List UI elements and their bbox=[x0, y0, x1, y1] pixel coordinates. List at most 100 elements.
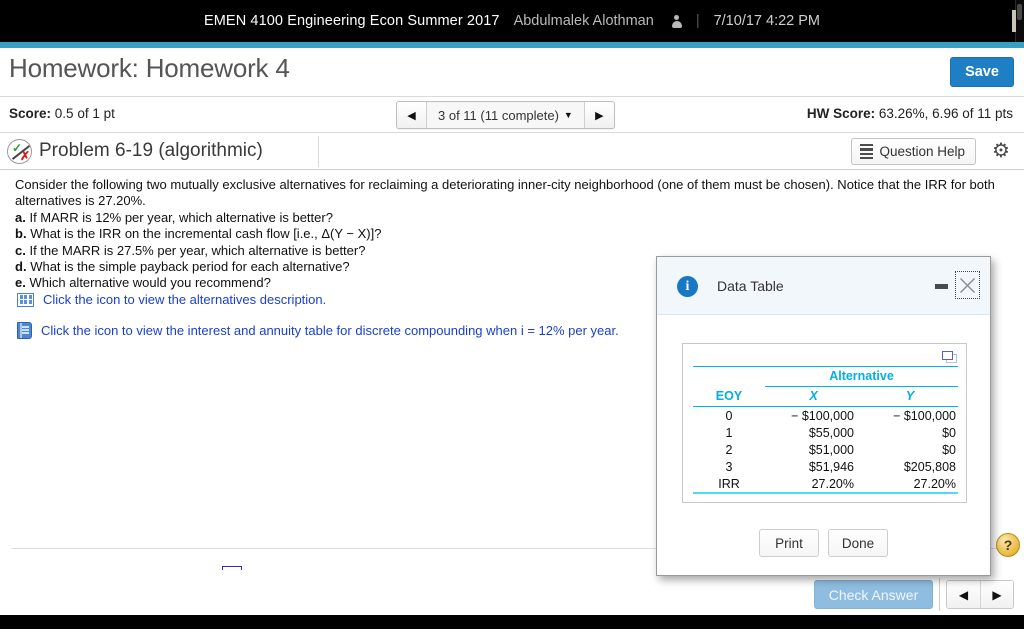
topbar-separator: | bbox=[695, 13, 700, 29]
table-group-header-row: Alternative bbox=[693, 367, 958, 387]
data-table-dialog: i Data Table Alternative EOY X Y 0 − $10… bbox=[656, 256, 991, 576]
save-button[interactable]: Save bbox=[950, 57, 1014, 87]
hw-score-display: HW Score: 63.26%, 6.96 of 11 pts bbox=[807, 106, 1013, 121]
user-name[interactable]: Abdulmalek Alothman bbox=[514, 13, 654, 29]
list-icon bbox=[860, 143, 874, 160]
question-help-button[interactable]: Question Help bbox=[851, 138, 976, 165]
next-question-button[interactable]: ▶ bbox=[583, 102, 614, 128]
dialog-body: Alternative EOY X Y 0 − $100,000 − $100,… bbox=[657, 315, 990, 523]
alternatives-description-label: Click the icon to view the alternatives … bbox=[43, 292, 327, 307]
cell-eoy: 0 bbox=[725, 408, 733, 423]
info-icon: i bbox=[677, 276, 698, 297]
cell-y: $0 bbox=[942, 442, 956, 457]
cell-y: $0 bbox=[942, 425, 956, 440]
table-grid-icon[interactable] bbox=[17, 292, 34, 307]
gear-icon[interactable]: ⚙ bbox=[990, 140, 1012, 162]
table-row: 1 $55,000 $0 bbox=[693, 424, 958, 441]
copy-windows-icon[interactable] bbox=[942, 351, 957, 363]
group-header-alternative: Alternative bbox=[765, 367, 958, 387]
cell-y: − $100,000 bbox=[893, 408, 956, 423]
part-e-text: Which alternative would you recommend? bbox=[29, 275, 271, 291]
header-divider bbox=[318, 136, 319, 167]
x-mark-glyph: ✗ bbox=[20, 149, 31, 163]
bottom-toolbar-divider bbox=[939, 578, 940, 611]
question-select[interactable]: 3 of 11 (11 complete) ▼ bbox=[427, 102, 584, 128]
interest-table-link[interactable]: Click the icon to view the interest and … bbox=[17, 322, 619, 339]
dialog-title: Data Table bbox=[717, 278, 784, 294]
page-scrollbar[interactable] bbox=[1015, 0, 1024, 42]
question-position-text: 3 of 11 (11 complete) bbox=[438, 107, 559, 123]
question-help-label: Question Help bbox=[879, 144, 965, 159]
cell-eoy: IRR bbox=[693, 475, 765, 494]
page-title: Homework: Homework 4 bbox=[9, 53, 290, 83]
alternatives-description-link[interactable]: Click the icon to view the alternatives … bbox=[17, 292, 619, 307]
done-button[interactable]: Done bbox=[828, 529, 888, 557]
chevron-down-icon: ▼ bbox=[563, 110, 573, 120]
question-navigator[interactable]: ◀ 3 of 11 (11 complete) ▼ ▶ bbox=[396, 101, 615, 129]
table-row: 3 $51,946 $205,808 bbox=[693, 458, 958, 475]
print-button[interactable]: Print bbox=[759, 529, 819, 557]
scrollbar-edge-marker bbox=[1012, 10, 1016, 32]
part-e-label: e. bbox=[15, 275, 26, 291]
check-answer-button[interactable]: Check Answer bbox=[814, 580, 933, 609]
app-top-bar: EMEN 4100 Engineering Econ Summer 2017 A… bbox=[0, 0, 1024, 42]
part-c-text: If the MARR is 27.5% per year, which alt… bbox=[29, 242, 366, 258]
cell-x: $51,000 bbox=[808, 442, 854, 457]
part-c-label: c. bbox=[15, 242, 26, 258]
cell-x: $55,000 bbox=[808, 425, 854, 440]
problem-part-b: b. What is the IRR on the incremental ca… bbox=[15, 226, 1010, 242]
cell-y: $205,808 bbox=[903, 459, 956, 474]
score-bar: Score: 0.5 of 1 pt ◀ 3 of 11 (11 complet… bbox=[0, 97, 1024, 133]
partially-correct-icon: ✓ ✗ bbox=[7, 139, 32, 164]
cell-x: $51,946 bbox=[808, 459, 854, 474]
part-d-label: d. bbox=[15, 259, 27, 275]
problem-part-a: a. If MARR is 12% per year, which altern… bbox=[15, 210, 1010, 226]
score-display: Score: 0.5 of 1 pt bbox=[9, 106, 115, 121]
screen-bottom-strip bbox=[0, 615, 1024, 629]
cell-x: 27.20% bbox=[765, 475, 862, 494]
cell-eoy: 1 bbox=[725, 425, 733, 440]
score-value: 0.5 of 1 pt bbox=[54, 106, 115, 121]
part-b-text: What is the IRR on the incremental cash … bbox=[30, 226, 382, 242]
scrollbar-thumb[interactable] bbox=[1017, 4, 1022, 20]
cell-x: − $100,000 bbox=[791, 408, 854, 423]
table-row: 2 $51,000 $0 bbox=[693, 441, 958, 458]
timestamp: 7/10/17 4:22 PM bbox=[713, 13, 821, 29]
dialog-footer: Print Done bbox=[657, 523, 990, 575]
column-header-y: Y bbox=[862, 386, 958, 407]
cell-eoy: 3 bbox=[725, 459, 733, 474]
close-icon[interactable] bbox=[955, 271, 980, 299]
page-navigation-arrows[interactable]: ◀ ▶ bbox=[946, 580, 1014, 609]
user-icon bbox=[671, 14, 682, 28]
table-row: 0 − $100,000 − $100,000 bbox=[693, 407, 958, 425]
problem-title: Problem 6-19 (algorithmic) bbox=[39, 140, 263, 161]
page-prev-button[interactable]: ◀ bbox=[947, 581, 980, 608]
minimize-icon[interactable] bbox=[935, 284, 948, 289]
part-d-text: What is the simple payback period for ea… bbox=[30, 259, 350, 275]
page-next-button[interactable]: ▶ bbox=[980, 581, 1013, 608]
cell-eoy: 2 bbox=[725, 442, 733, 457]
screenshot-root: EMEN 4100 Engineering Econ Summer 2017 A… bbox=[0, 0, 1024, 629]
data-table-frame: Alternative EOY X Y 0 − $100,000 − $100,… bbox=[682, 343, 967, 503]
alternatives-data-table: Alternative EOY X Y 0 − $100,000 − $100,… bbox=[693, 366, 958, 494]
part-b-label: b. bbox=[15, 226, 27, 242]
hw-score-label: HW Score: bbox=[806, 106, 876, 121]
cell-y: 27.20% bbox=[862, 475, 958, 494]
problem-header-bar: ✓ ✗ Problem 6-19 (algorithmic) Question … bbox=[0, 133, 1024, 170]
homework-title-bar: Homework: Homework 4 Save bbox=[0, 48, 1024, 97]
dialog-title-bar: i Data Table bbox=[657, 257, 990, 315]
help-icon[interactable]: ? bbox=[996, 533, 1020, 557]
part-a-text: If MARR is 12% per year, which alternati… bbox=[29, 209, 333, 225]
book-icon[interactable] bbox=[17, 322, 32, 339]
prev-question-button[interactable]: ◀ bbox=[397, 102, 427, 128]
column-header-eoy: EOY bbox=[693, 386, 765, 407]
interest-table-label: Click the icon to view the interest and … bbox=[41, 323, 619, 338]
table-row: IRR 27.20% 27.20% bbox=[693, 475, 958, 494]
course-title: EMEN 4100 Engineering Econ Summer 2017 bbox=[203, 13, 500, 29]
column-header-x: X bbox=[765, 386, 862, 407]
table-column-header-row: EOY X Y bbox=[693, 386, 958, 407]
score-label: Score: bbox=[9, 106, 52, 121]
part-a-label: a. bbox=[15, 209, 26, 225]
resource-links: Click the icon to view the alternatives … bbox=[17, 292, 619, 354]
hw-score-value: 63.26%, 6.96 of 11 pts bbox=[878, 106, 1013, 121]
